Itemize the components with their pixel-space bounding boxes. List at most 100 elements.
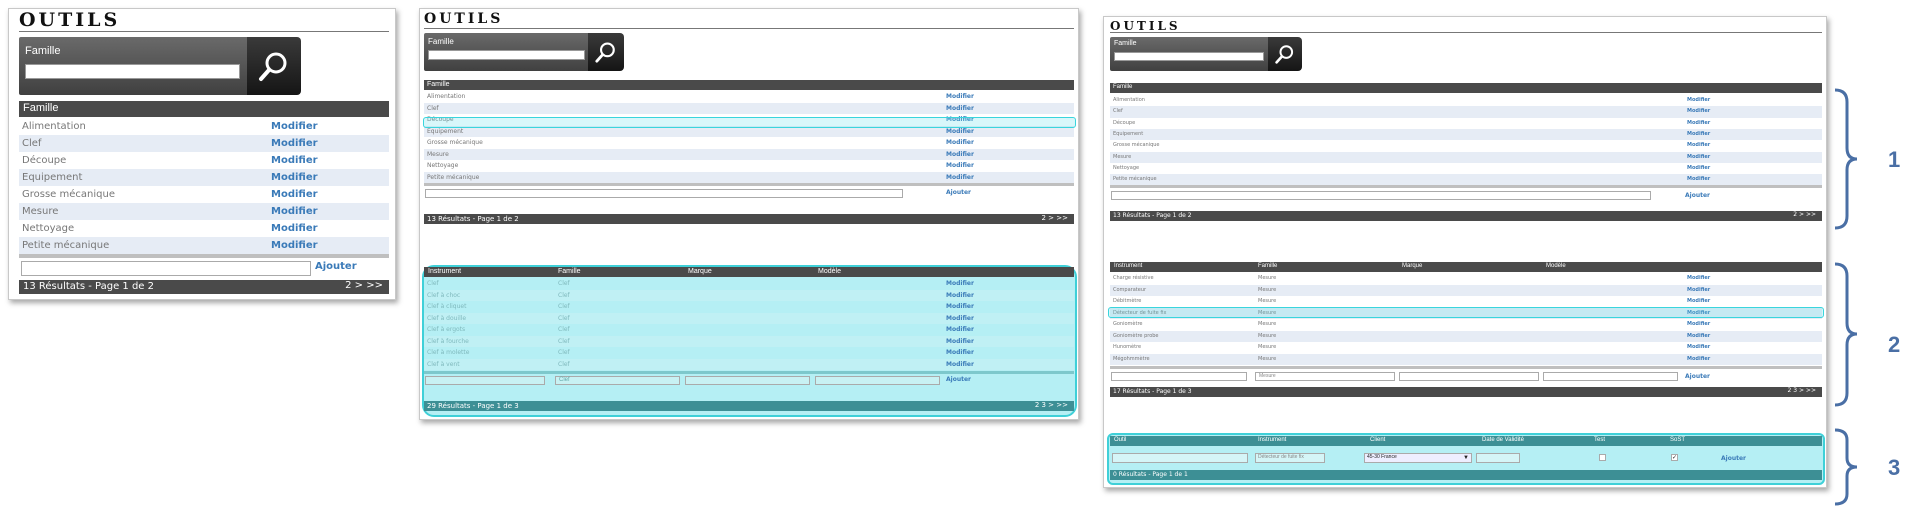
modifier-link[interactable]: Modifier (946, 359, 974, 371)
add-instrument-input[interactable] (1111, 372, 1247, 381)
table-row[interactable]: Mesure Modifier (19, 203, 389, 220)
modifier-link[interactable]: Modifier (946, 149, 974, 161)
modifier-link[interactable]: Modifier (946, 91, 974, 103)
table-row[interactable]: Equipement Modifier (19, 169, 389, 186)
sost-checkbox[interactable]: ✓ (1671, 454, 1678, 461)
modifier-link[interactable]: Modifier (1687, 342, 1710, 354)
search-button[interactable] (1268, 37, 1302, 71)
add-modele-input[interactable] (1543, 372, 1678, 381)
search-famille-input[interactable] (25, 64, 240, 79)
pagination[interactable]: 2 3 > >> (1788, 387, 1816, 394)
table-row[interactable]: Mégohmmètre Mesure Modifier (1110, 353, 1822, 366)
modifier-link[interactable]: Modifier (271, 118, 318, 135)
table-row[interactable]: Charge résistive Mesure Modifier (1110, 273, 1822, 285)
table-row[interactable]: Petite mécanique Modifier (1110, 174, 1822, 186)
modifier-link[interactable]: Modifier (946, 336, 974, 348)
modifier-link[interactable]: Modifier (271, 169, 318, 186)
pagination[interactable]: 2 3 > >> (1035, 401, 1068, 409)
table-row[interactable]: Clef Modifier (1110, 106, 1822, 118)
modifier-link[interactable]: Modifier (271, 220, 318, 237)
table-row[interactable]: Goniomètre Mesure Modifier (1110, 319, 1822, 331)
modifier-link[interactable]: Modifier (1687, 152, 1710, 163)
table-row[interactable]: Clef Modifier (424, 102, 1074, 115)
table-row[interactable]: Mesure Modifier (424, 148, 1074, 161)
table-row[interactable]: Clef Modifier (19, 135, 389, 152)
add-famille-link[interactable]: Ajouter (315, 261, 357, 272)
modifier-link[interactable]: Modifier (1687, 106, 1710, 117)
table-row[interactable]: Grosse mécanique Modifier (424, 137, 1074, 149)
modifier-link[interactable]: Modifier (271, 186, 318, 203)
table-row[interactable]: Nettoyage Modifier (1110, 163, 1822, 174)
modifier-link[interactable]: Modifier (1687, 129, 1710, 140)
table-row[interactable]: Débitmètre Mesure Modifier (1110, 296, 1822, 308)
modifier-link[interactable]: Modifier (1687, 285, 1710, 297)
search-famille-input[interactable] (428, 50, 585, 60)
table-row[interactable]: Alimentation Modifier (19, 118, 389, 135)
add-marque-input[interactable] (1399, 372, 1539, 381)
instrument-select[interactable]: Détecteur de fuite fix (1255, 453, 1325, 463)
search-famille-input[interactable] (1114, 52, 1264, 61)
table-row[interactable]: Goniomètre probe Mesure Modifier (1110, 330, 1822, 342)
table-row[interactable]: Découpe Modifier (1110, 118, 1822, 129)
modifier-link[interactable]: Modifier (946, 313, 974, 325)
table-row[interactable]: Grosse mécanique Modifier (1110, 140, 1822, 151)
modifier-link[interactable]: Modifier (946, 160, 974, 172)
add-instrument-input[interactable] (425, 376, 545, 385)
table-row[interactable]: Petite mécanique Modifier (424, 171, 1074, 184)
modifier-link[interactable]: Modifier (271, 152, 318, 169)
modifier-link[interactable]: Modifier (1687, 163, 1710, 174)
pagination[interactable]: 2 > >> (1793, 211, 1816, 218)
table-row[interactable]: Hunomètre Mesure Modifier (1110, 342, 1822, 354)
add-famille-input[interactable] (1111, 191, 1651, 200)
table-row[interactable]: Equipement Modifier (1110, 128, 1822, 141)
date-validite-input[interactable] (1476, 453, 1520, 463)
table-row[interactable]: Clef à molette Clef Modifier (424, 347, 1074, 359)
table-row[interactable]: Nettoyage Modifier (424, 160, 1074, 172)
table-row[interactable]: Clef à douille Clef Modifier (424, 312, 1074, 325)
modifier-link[interactable]: Modifier (1687, 273, 1710, 285)
pagination[interactable]: 2 > >> (345, 280, 383, 291)
table-row[interactable]: Clef à cliquet Clef Modifier (424, 301, 1074, 313)
add-instrument-link[interactable]: Ajouter (1685, 373, 1710, 380)
modifier-link[interactable]: Modifier (271, 135, 318, 152)
search-button[interactable] (588, 33, 624, 71)
search-button[interactable] (247, 37, 301, 95)
modifier-link[interactable]: Modifier (946, 278, 974, 290)
add-famille-link[interactable]: Ajouter (946, 189, 971, 196)
add-modele-input[interactable] (815, 376, 940, 385)
modifier-link[interactable]: Modifier (1687, 118, 1710, 129)
add-famille-select[interactable]: Mesure (1255, 372, 1395, 381)
table-row[interactable]: Grosse mécanique Modifier (19, 186, 389, 203)
table-row[interactable]: Alimentation Modifier (424, 91, 1074, 103)
modifier-link[interactable]: Modifier (946, 324, 974, 336)
add-famille-input[interactable] (21, 261, 311, 276)
table-row[interactable]: Nettoyage Modifier (19, 220, 389, 237)
add-instrument-link[interactable]: Ajouter (946, 376, 971, 383)
add-famille-link[interactable]: Ajouter (1685, 192, 1710, 199)
add-famille-select[interactable]: Clef (555, 376, 680, 385)
table-row[interactable]: Comparateur Mesure Modifier (1110, 284, 1822, 297)
modifier-link[interactable]: Modifier (271, 237, 318, 254)
add-outil-input[interactable] (1112, 453, 1248, 463)
add-marque-input[interactable] (685, 376, 810, 385)
modifier-link[interactable]: Modifier (1687, 174, 1710, 185)
table-row[interactable]: Clef à ergots Clef Modifier (424, 324, 1074, 336)
modifier-link[interactable]: Modifier (946, 103, 974, 115)
table-row[interactable]: Découpe Modifier (19, 152, 389, 169)
modifier-link[interactable]: Modifier (1687, 354, 1710, 366)
modifier-link[interactable]: Modifier (1687, 296, 1710, 308)
test-checkbox[interactable] (1599, 454, 1606, 461)
modifier-link[interactable]: Modifier (946, 172, 974, 184)
table-row[interactable]: Alimentation Modifier (1110, 95, 1822, 106)
modifier-link[interactable]: Modifier (1687, 319, 1710, 331)
table-row[interactable]: Clef à choc Clef Modifier (424, 289, 1074, 302)
pagination[interactable]: 2 > >> (1042, 214, 1069, 222)
client-select[interactable]: 45-30 France ▼ (1364, 453, 1472, 463)
modifier-link[interactable]: Modifier (946, 301, 974, 313)
table-row[interactable]: Clef Clef Modifier (424, 278, 1074, 290)
modifier-link[interactable]: Modifier (946, 137, 974, 149)
modifier-link[interactable]: Modifier (1687, 95, 1710, 106)
table-row[interactable]: Clef à fourche Clef Modifier (424, 335, 1074, 348)
modifier-link[interactable]: Modifier (946, 290, 974, 302)
table-row[interactable]: Petite mécanique Modifier (19, 237, 389, 254)
